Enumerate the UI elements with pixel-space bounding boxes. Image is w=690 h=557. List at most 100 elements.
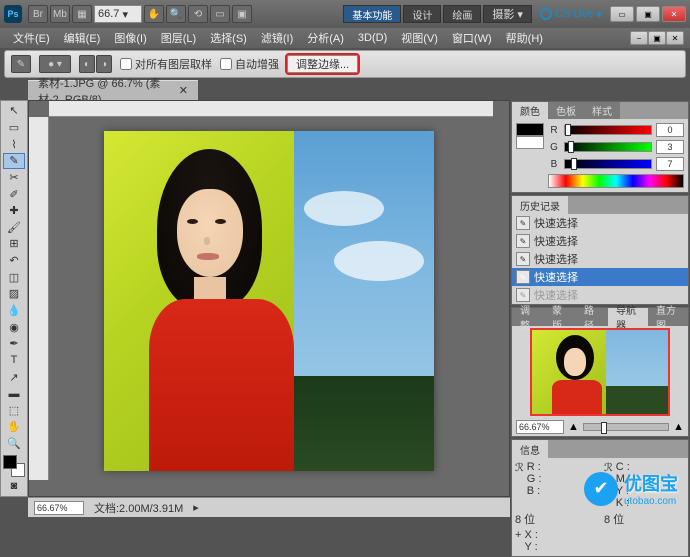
history-brush-tool[interactable]: ↶ — [3, 253, 25, 269]
refine-edge-button[interactable]: 调整边缘... — [287, 55, 358, 73]
sample-all-layers-checkbox[interactable]: 对所有图层取样 — [120, 56, 212, 72]
bridge-icon[interactable]: Br — [28, 5, 48, 23]
type-tool[interactable]: T — [3, 353, 25, 369]
app-logo: Ps — [4, 5, 22, 23]
new-selection-icon[interactable]: ◐ — [79, 55, 95, 73]
menu-analysis[interactable]: 分析(A) — [300, 28, 351, 48]
history-item[interactable]: ✎快速选择 — [512, 232, 688, 250]
zoom-tool-icon[interactable]: 🔍 — [166, 5, 186, 23]
minibridge-icon[interactable]: Mb — [50, 5, 70, 23]
color-preview[interactable] — [516, 123, 544, 149]
tab-navigator[interactable]: 导航器 — [608, 308, 648, 326]
workspace-tab-design[interactable]: 设计 — [403, 5, 441, 23]
document-tab[interactable]: 素材-1.JPG @ 66.7% (素材-2, RGB/8)✕ — [28, 80, 198, 100]
workspace-tab-basic[interactable]: 基本功能 — [343, 5, 401, 23]
tab-masks[interactable]: 蒙版 — [544, 308, 576, 326]
status-zoom[interactable]: 66.67% — [34, 501, 84, 515]
blue-value[interactable]: 7 — [656, 157, 684, 171]
menu-help[interactable]: 帮助(H) — [499, 28, 550, 48]
eyedropper-tool[interactable]: ✐ — [3, 186, 25, 202]
history-item[interactable]: ✎快速选择 — [512, 250, 688, 268]
brush-preset-picker[interactable]: ● ▾ — [39, 55, 71, 73]
doc-minimize-button[interactable]: − — [630, 31, 648, 45]
red-value[interactable]: 0 — [656, 123, 684, 137]
tab-swatches[interactable]: 色板 — [548, 102, 584, 119]
menu-filter[interactable]: 滤镜(I) — [254, 28, 300, 48]
zoom-input[interactable]: 66.7 ▾ — [94, 5, 142, 23]
cslive-link[interactable]: CS Live▾ — [540, 8, 602, 21]
auto-enhance-checkbox[interactable]: 自动增强 — [220, 56, 279, 72]
green-slider[interactable] — [564, 142, 652, 152]
menu-window[interactable]: 窗口(W) — [445, 28, 499, 48]
history-item[interactable]: ✎快速选择 — [512, 214, 688, 232]
red-slider[interactable] — [564, 125, 652, 135]
menu-view[interactable]: 视图(V) — [394, 28, 445, 48]
menu-file[interactable]: 文件(E) — [6, 28, 57, 48]
zoom-tool[interactable]: 🔍 — [3, 436, 25, 452]
3d-tool[interactable]: ⬚ — [3, 403, 25, 419]
document-canvas[interactable] — [104, 131, 434, 471]
path-select-tool[interactable]: ↗ — [3, 369, 25, 385]
screen-mode-icon[interactable]: ▣ — [232, 5, 252, 23]
brush-tool[interactable]: 🖌 — [3, 219, 25, 235]
hand-tool-icon[interactable]: ✋ — [144, 5, 164, 23]
lasso-tool[interactable]: ⌇ — [3, 136, 25, 152]
quick-select-tool[interactable]: ✎ — [3, 153, 25, 169]
foreground-color[interactable] — [3, 455, 17, 469]
tab-history[interactable]: 历史记录 — [512, 196, 568, 214]
close-button[interactable]: ✕ — [662, 6, 686, 22]
watermark-icon: ✔ — [584, 472, 618, 506]
navigator-thumbnail[interactable] — [530, 328, 670, 416]
rotate-view-icon[interactable]: ⟲ — [188, 5, 208, 23]
tab-paths[interactable]: 路径 — [576, 308, 608, 326]
menu-layer[interactable]: 图层(L) — [154, 28, 203, 48]
move-tool[interactable]: ↖ — [3, 103, 25, 119]
gradient-tool[interactable]: ▨ — [3, 286, 25, 302]
menu-select[interactable]: 选择(S) — [203, 28, 254, 48]
crop-tool[interactable]: ✂ — [3, 170, 25, 186]
hand-tool[interactable]: ✋ — [3, 419, 25, 435]
workspace-tab-photo[interactable]: 摄影 ▾ — [483, 5, 532, 23]
tab-info[interactable]: 信息 — [512, 440, 548, 458]
current-tool-icon[interactable]: ✎ — [11, 55, 31, 73]
quickmask-toggle[interactable]: ◙ — [3, 478, 25, 494]
workspace-tab-paint[interactable]: 绘画 — [443, 5, 481, 23]
status-arrow-icon[interactable]: ▸ — [193, 501, 199, 514]
green-value[interactable]: 3 — [656, 140, 684, 154]
arrange-docs-icon[interactable]: ▭ — [210, 5, 230, 23]
tab-histogram[interactable]: 直方图 — [648, 308, 688, 326]
dodge-tool[interactable]: ◉ — [3, 319, 25, 335]
healing-tool[interactable]: ✚ — [3, 203, 25, 219]
tab-styles[interactable]: 样式 — [584, 102, 620, 119]
doc-close-button[interactable]: ✕ — [666, 31, 684, 45]
eraser-tool[interactable]: ◫ — [3, 269, 25, 285]
history-item-selected[interactable]: ✎快速选择 — [512, 268, 688, 286]
quickselect-icon: ✎ — [516, 288, 530, 302]
pen-tool[interactable]: ✒ — [3, 336, 25, 352]
menu-image[interactable]: 图像(I) — [107, 28, 153, 48]
menu-3d[interactable]: 3D(D) — [351, 28, 394, 48]
quickselect-icon: ✎ — [516, 270, 530, 284]
doc-restore-button[interactable]: ▣ — [648, 31, 666, 45]
canvas-area[interactable] — [28, 100, 510, 497]
blue-slider[interactable] — [564, 159, 652, 169]
view-extras-icon[interactable]: ▦ — [72, 5, 92, 23]
maximize-button[interactable]: ▣ — [636, 6, 660, 22]
navigator-zoom-input[interactable]: 66.67% — [516, 420, 564, 434]
zoom-in-icon[interactable]: ▲ — [673, 421, 684, 433]
blur-tool[interactable]: 💧 — [3, 303, 25, 319]
tab-adjustments[interactable]: 调整 — [512, 308, 544, 326]
add-selection-icon[interactable]: ◑ — [96, 55, 112, 73]
quickselect-icon: ✎ — [516, 216, 530, 230]
shape-tool[interactable]: ▬ — [3, 386, 25, 402]
spectrum-bar[interactable] — [548, 174, 684, 188]
status-bar: 66.67% 文档:2.00M/3.91M ▸ — [28, 497, 510, 517]
stamp-tool[interactable]: ⊞ — [3, 236, 25, 252]
color-swatches[interactable] — [3, 455, 25, 477]
menu-edit[interactable]: 编辑(E) — [57, 28, 108, 48]
minimize-button[interactable]: ▭ — [610, 6, 634, 22]
zoom-out-icon[interactable]: ▲ — [568, 421, 579, 433]
marquee-tool[interactable]: ▭ — [3, 120, 25, 136]
tab-color[interactable]: 颜色 — [512, 102, 548, 119]
navigator-zoom-slider[interactable] — [583, 423, 669, 431]
